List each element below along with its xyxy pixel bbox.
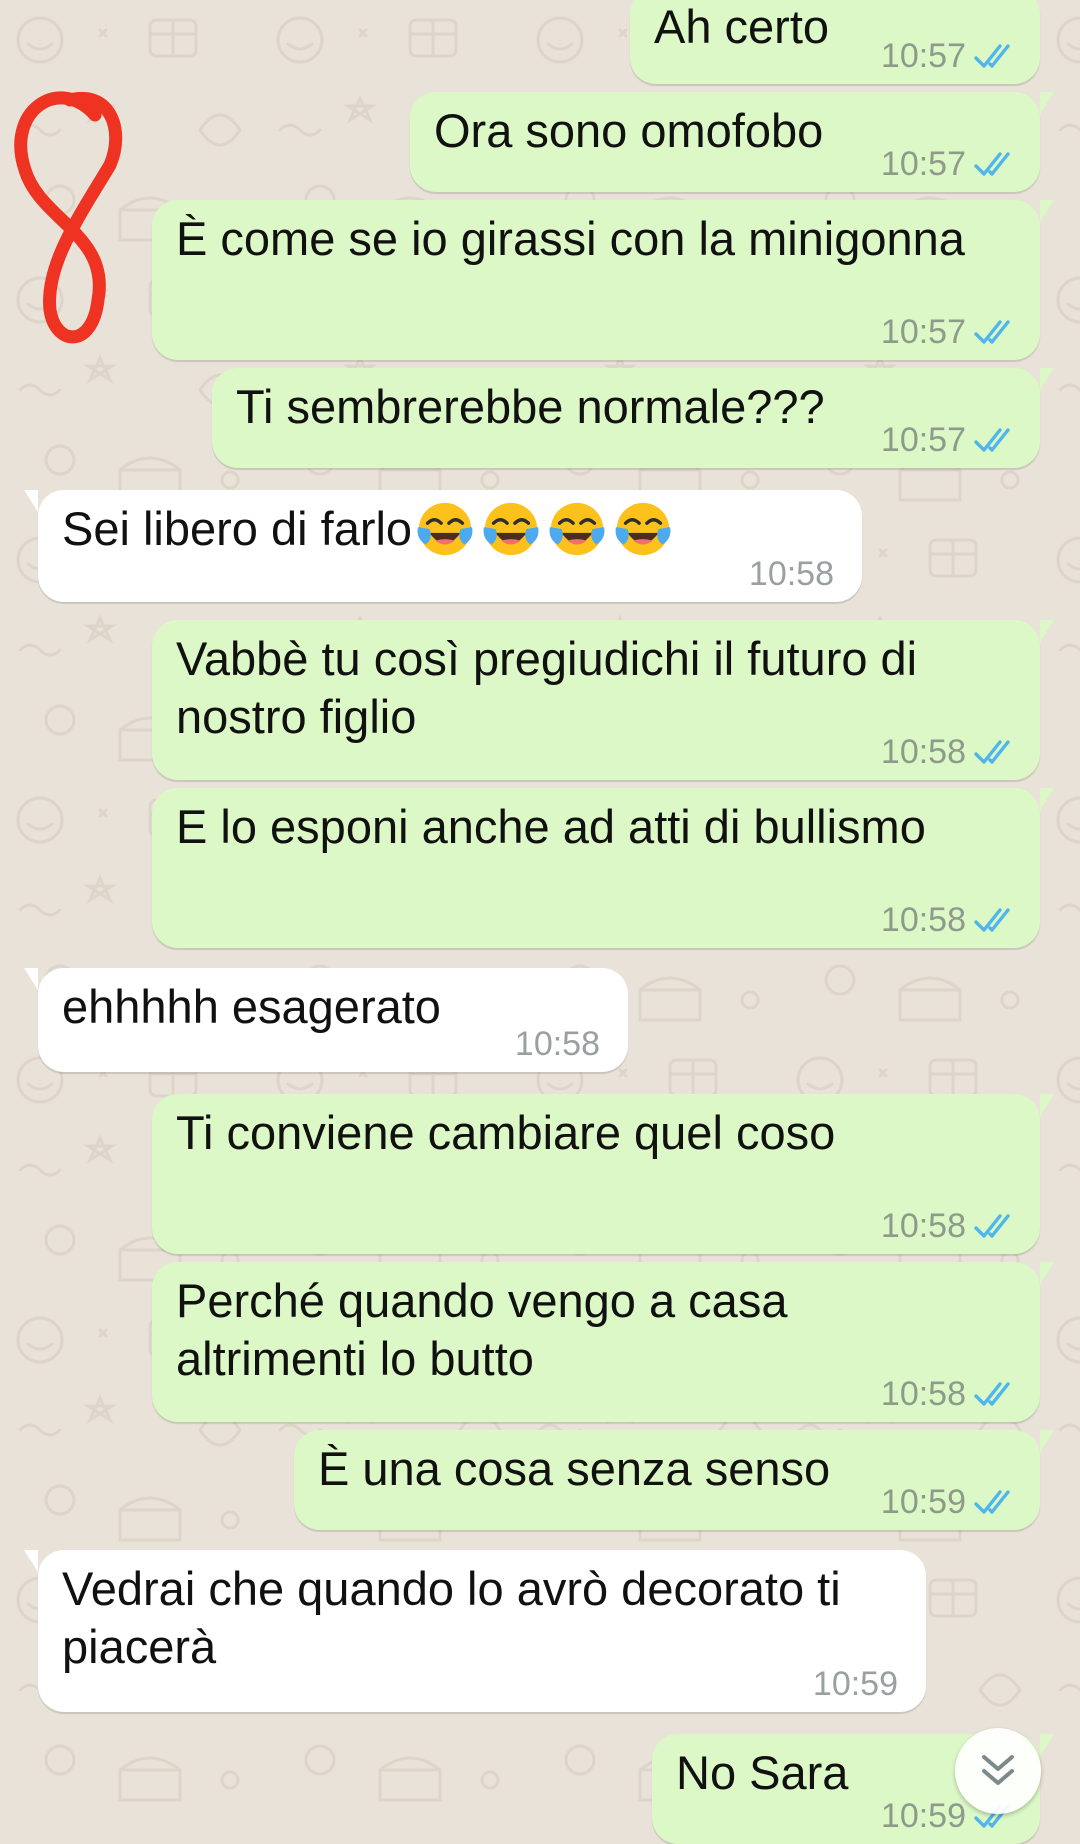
scroll-to-bottom-button[interactable] — [955, 1728, 1041, 1814]
double-chevron-down-icon — [982, 1755, 1014, 1785]
bubble-tail — [1034, 92, 1054, 114]
message-meta: 10:59 — [881, 1482, 1018, 1522]
message-timestamp: 10:58 — [880, 1375, 966, 1413]
message-text: No Sara — [676, 1744, 848, 1802]
message-timestamp: 10:57 — [880, 313, 966, 351]
message-meta: 10:58 — [881, 1374, 1018, 1414]
message-timestamp: 10:58 — [880, 733, 966, 771]
message-text-line: altrimenti lo butto — [176, 1332, 534, 1385]
message-text-line: No Sara — [676, 1746, 849, 1799]
bubble-tail — [1034, 1262, 1054, 1284]
message-meta: 10:57 — [881, 420, 1018, 460]
message-text-line: È una cosa senza senso — [318, 1442, 831, 1495]
incoming-message-bubble[interactable]: Sei libero di farlo 10:58 — [24, 490, 862, 602]
bubble-tail — [1034, 1430, 1054, 1452]
bubble-tail — [1034, 368, 1054, 390]
message-text-line: Vedrai che quando lo avrò decorato ti — [62, 1562, 841, 1615]
message-text-line: Ti conviene cambiare quel coso — [176, 1106, 836, 1159]
face-with-tears-of-joy-icon — [417, 502, 473, 555]
message-text-line: piacerà — [62, 1620, 217, 1673]
message-meta: 10:57 — [881, 312, 1018, 352]
message-meta: 10:57 — [881, 36, 1018, 76]
message-text: Perché quando vengo a casa altrimenti lo … — [176, 1272, 787, 1388]
message-text: È come se io girassi con la minigonna — [176, 210, 965, 268]
message-text-line: Perché quando vengo a casa — [176, 1274, 788, 1327]
message-meta: 10:57 — [881, 144, 1018, 184]
outgoing-message-bubble[interactable]: Ora sono omofobo 10:57 — [410, 92, 1054, 192]
message-text-line: nostro figlio — [176, 690, 417, 743]
message-text-line: ehhhhh esagerato — [62, 980, 441, 1033]
read-receipt-double-check-icon — [974, 1214, 1010, 1238]
outgoing-message-bubble[interactable]: È come se io girassi con la minigonna 10:… — [152, 200, 1054, 360]
bubble-tail — [1034, 200, 1054, 222]
message-timestamp: 10:58 — [748, 555, 834, 593]
message-text-line: Ah certo — [654, 0, 830, 53]
message-timestamp: 10:57 — [880, 145, 966, 183]
bubble-tail — [24, 1550, 44, 1572]
message-text: Vedrai che quando lo avrò decorato ti pia… — [62, 1560, 841, 1676]
message-timestamp: 10:57 — [880, 421, 966, 459]
outgoing-message-bubble[interactable]: Ti conviene cambiare quel coso 10:58 — [152, 1094, 1054, 1254]
message-text: Vabbè tu così pregiudichi il futuro di no… — [176, 630, 917, 746]
read-receipt-double-check-icon — [974, 320, 1010, 344]
read-receipt-double-check-icon — [974, 740, 1010, 764]
message-text: È una cosa senza senso — [318, 1440, 830, 1498]
message-text-line: È come se io girassi con la minigonna — [176, 212, 965, 265]
read-receipt-double-check-icon — [974, 1490, 1010, 1514]
message-meta: 10:58 — [515, 1024, 600, 1064]
outgoing-message-bubble[interactable]: Perché quando vengo a casa altrimenti lo … — [152, 1262, 1054, 1422]
outgoing-message-bubble[interactable]: Vabbè tu così pregiudichi il futuro di no… — [152, 620, 1054, 780]
message-timestamp: 10:59 — [880, 1797, 966, 1835]
message-timestamp: 10:58 — [514, 1025, 600, 1063]
bubble-tail — [1034, 788, 1054, 810]
message-meta: 10:58 — [749, 554, 834, 594]
message-meta: 10:59 — [813, 1664, 898, 1704]
message-text: Sei libero di farlo — [62, 500, 674, 564]
bubble-tail — [1034, 1094, 1054, 1116]
message-text-line: E lo esponi anche ad atti di bullismo — [176, 800, 926, 853]
read-receipt-double-check-icon — [974, 908, 1010, 932]
message-text-line: Ora sono omofobo — [434, 104, 824, 157]
read-receipt-double-check-icon — [974, 44, 1010, 68]
message-timestamp: 10:59 — [812, 1665, 898, 1703]
message-text: E lo esponi anche ad atti di bullismo — [176, 798, 926, 856]
face-with-tears-of-joy-icon — [483, 502, 539, 555]
message-timestamp: 10:58 — [880, 901, 966, 939]
outgoing-message-bubble[interactable]: Ah certo 10:57 — [630, 0, 1040, 84]
face-with-tears-of-joy-icon — [615, 502, 671, 555]
incoming-message-bubble[interactable]: Vedrai che quando lo avrò decorato ti pia… — [24, 1550, 926, 1712]
message-text: ehhhhh esagerato — [62, 978, 441, 1036]
emoji-row — [414, 498, 674, 560]
outgoing-message-bubble[interactable]: È una cosa senza senso 10:59 — [294, 1430, 1054, 1530]
read-receipt-double-check-icon — [974, 1382, 1010, 1406]
message-timestamp: 10:59 — [880, 1483, 966, 1521]
outgoing-message-bubble[interactable]: Ti sembrerebbe normale??? 10:57 — [212, 368, 1054, 468]
message-text: Ti sembrerebbe normale??? — [236, 378, 825, 436]
outgoing-message-bubble[interactable]: E lo esponi anche ad atti di bullismo 10:… — [152, 788, 1054, 948]
message-timestamp: 10:57 — [880, 37, 966, 75]
message-text: Ti conviene cambiare quel coso — [176, 1104, 835, 1162]
read-receipt-double-check-icon — [974, 152, 1010, 176]
message-text: Ah certo — [654, 0, 829, 56]
message-text-line: Vabbè tu così pregiudichi il futuro di — [176, 632, 918, 685]
message-text-line: Sei libero di farlo — [62, 500, 674, 564]
message-meta: 10:58 — [881, 900, 1018, 940]
chat-message-list[interactable]: Ah certo 10:57 Ora sono omofobo 10:57 È come… — [0, 0, 1080, 1844]
bubble-tail — [24, 968, 44, 990]
message-meta: 10:58 — [881, 732, 1018, 772]
read-receipt-double-check-icon — [974, 428, 1010, 452]
bubble-tail — [24, 490, 44, 512]
incoming-message-bubble[interactable]: ehhhhh esagerato 10:58 — [24, 968, 628, 1072]
message-timestamp: 10:58 — [880, 1207, 966, 1245]
face-with-tears-of-joy-icon — [549, 502, 605, 555]
message-meta: 10:58 — [881, 1206, 1018, 1246]
bubble-tail — [1034, 620, 1054, 642]
message-text: Ora sono omofobo — [434, 102, 823, 160]
message-text-line: Ti sembrerebbe normale??? — [236, 380, 825, 433]
red-loop-annotation — [14, 91, 123, 344]
